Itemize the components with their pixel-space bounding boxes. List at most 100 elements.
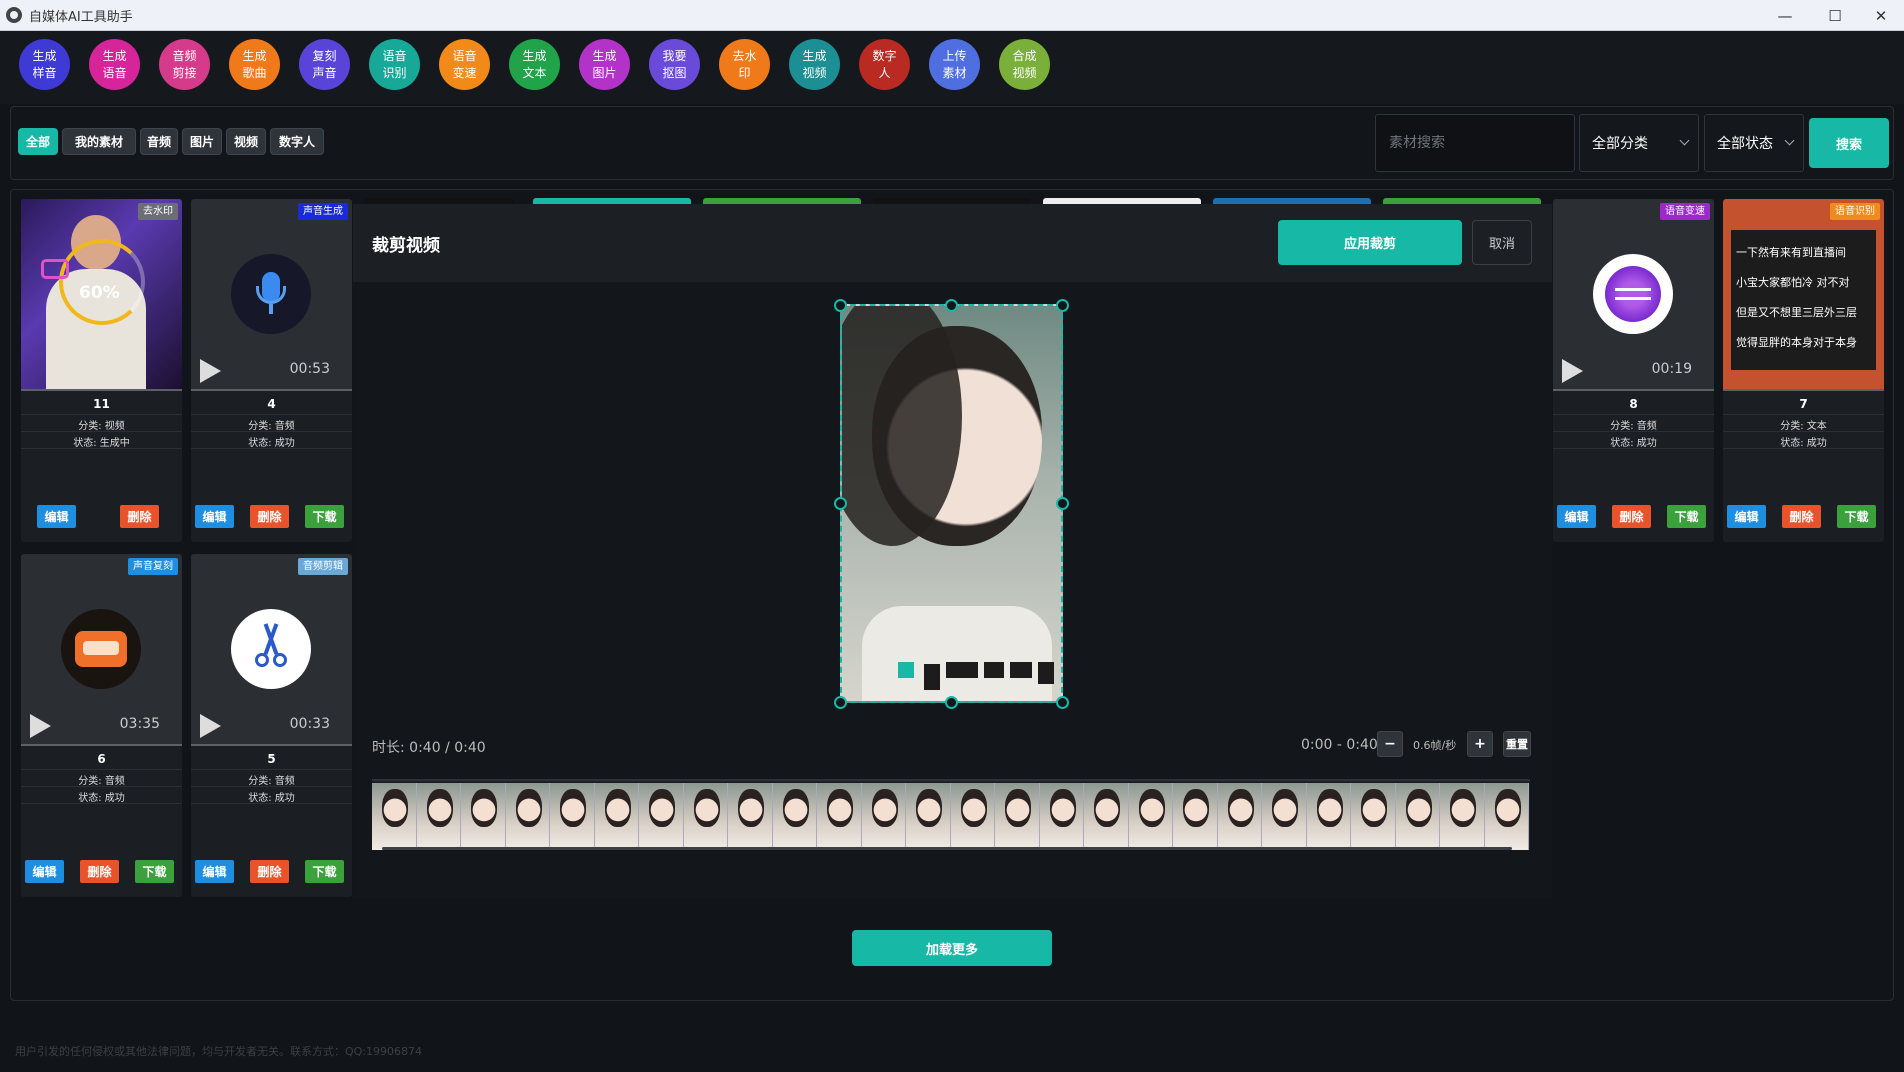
increase-fps-button[interactable]: + [1467,731,1493,757]
material-card[interactable]: 声音生成 00:53 4 分类: 音频 状态: 成功 编辑 删除 下载 [191,199,352,542]
timeline-frame[interactable] [1306,783,1351,850]
timeline-frame[interactable] [594,783,639,850]
reset-button[interactable]: 重置 [1503,731,1531,757]
material-card[interactable]: 语音变速 00:19 8 分类: 音频 状态: 成功 编辑 删除 下载 [1553,199,1714,542]
timeline-frame[interactable] [372,783,417,850]
timeline-frame[interactable] [861,783,906,850]
material-search-input[interactable] [1375,114,1575,172]
video-preview[interactable] [840,304,1063,703]
tool-generate-sample-voice-button[interactable]: 生成 样音 [19,39,70,90]
download-button[interactable]: 下载 [135,860,174,883]
category-select[interactable]: 全部分类 [1579,114,1699,172]
tab-my-materials[interactable]: 我的素材 [62,128,136,155]
timeline-scrollbar[interactable] [382,847,1512,850]
crop-handle-top-left[interactable] [834,299,847,312]
timeline-frame[interactable] [1351,783,1396,850]
timeline-frame[interactable] [1395,783,1440,850]
tool-speech-recognition-button[interactable]: 语音 识别 [369,39,420,90]
tool-clone-voice-button[interactable]: 复刻 声音 [299,39,350,90]
timeline-frame[interactable] [1128,783,1173,850]
timeline-frame[interactable] [1173,783,1218,850]
cancel-button[interactable]: 取消 [1472,220,1532,265]
crop-handle-top-right[interactable] [1056,299,1069,312]
edit-button[interactable]: 编辑 [25,860,64,883]
tool-generate-image-button[interactable]: 生成 图片 [579,39,630,90]
timeline-frame[interactable] [1217,783,1262,850]
timeline-frame[interactable] [817,783,862,850]
crop-handle-top[interactable] [945,299,958,312]
minimize-button[interactable]: — [1762,0,1808,31]
tool-compose-video-button[interactable]: 合成 视频 [999,39,1050,90]
crop-handle-bottom[interactable] [945,696,958,709]
material-card[interactable]: 声音复刻 03:35 6 分类: 音频 状态: 成功 编辑 删除 下载 [21,554,182,897]
timeline-frame[interactable] [505,783,550,850]
tool-speech-speed-button[interactable]: 语音 变速 [439,39,490,90]
timeline-frame[interactable] [995,783,1040,850]
edit-button[interactable]: 编辑 [1727,505,1766,528]
tool-upload-material-button[interactable]: 上传 素材 [929,39,980,90]
material-card[interactable]: 一下然有来有到直播间 小宝大家都怕冷 对不对 但是又不想里三层外三层 觉得显胖的… [1723,199,1884,542]
tab-audio[interactable]: 音频 [140,128,178,155]
status-select[interactable]: 全部状态 [1704,114,1804,172]
duration-label: 时长: 0:40 / 0:40 [372,740,486,756]
download-button[interactable]: 下载 [1667,505,1706,528]
tool-generate-song-button[interactable]: 生成 歌曲 [229,39,280,90]
tool-generate-speech-button[interactable]: 生成 语音 [89,39,140,90]
edit-button[interactable]: 编辑 [195,860,234,883]
timeline-frame[interactable] [639,783,684,850]
timeline-frame[interactable] [906,783,951,850]
crop-handle-left[interactable] [834,497,847,510]
tab-all[interactable]: 全部 [18,128,58,155]
timeline-frame[interactable] [1084,783,1129,850]
timeline-frame[interactable] [461,783,506,850]
tool-generate-text-button[interactable]: 生成 文本 [509,39,560,90]
delete-button[interactable]: 删除 [80,860,119,883]
material-card[interactable]: 60% 去水印 11 分类: 视频 状态: 生成中 编辑 删除 [21,199,182,542]
timeline-frame[interactable] [950,783,995,850]
decrease-fps-button[interactable]: − [1377,731,1403,757]
frame-timeline[interactable] [372,779,1530,850]
load-more-button[interactable]: 加载更多 [852,930,1052,966]
edit-button[interactable]: 编辑 [37,505,76,528]
download-button[interactable]: 下载 [305,505,344,528]
crop-handle-right[interactable] [1056,497,1069,510]
crop-handle-bottom-right[interactable] [1056,696,1069,709]
tool-audio-cut-button[interactable]: 音频 剪接 [159,39,210,90]
tab-digital-human[interactable]: 数字人 [270,128,324,155]
maximize-button[interactable]: ☐ [1812,0,1858,31]
material-card[interactable]: 音频剪辑 00:33 5 分类: 音频 状态: 成功 编辑 删除 下载 [191,554,352,897]
crop-handle-bottom-left[interactable] [834,696,847,709]
close-window-button[interactable]: ✕ [1858,0,1904,31]
timeline-frame[interactable] [416,783,461,850]
delete-button[interactable]: 删除 [250,860,289,883]
timeline-frame[interactable] [1484,783,1529,850]
play-icon[interactable] [200,714,221,738]
edit-button[interactable]: 编辑 [1557,505,1596,528]
delete-button[interactable]: 删除 [1782,505,1821,528]
apply-crop-button[interactable]: 应用裁剪 [1278,220,1462,265]
tool-matting-button[interactable]: 我要 抠图 [649,39,700,90]
delete-button[interactable]: 删除 [1612,505,1651,528]
tab-video[interactable]: 视频 [226,128,266,155]
timeline-frame[interactable] [772,783,817,850]
search-button[interactable]: 搜索 [1809,118,1889,168]
timeline-frame[interactable] [550,783,595,850]
timeline-frame[interactable] [1440,783,1485,850]
timeline-frame[interactable] [1039,783,1084,850]
delete-button[interactable]: 删除 [120,505,159,528]
play-icon[interactable] [30,714,51,738]
tool-generate-video-button[interactable]: 生成 视频 [789,39,840,90]
edit-button[interactable]: 编辑 [195,505,234,528]
play-icon[interactable] [200,359,221,383]
download-button[interactable]: 下载 [1837,505,1876,528]
card-category: 分类: 音频 [248,776,295,787]
download-button[interactable]: 下载 [305,860,344,883]
delete-button[interactable]: 删除 [250,505,289,528]
play-icon[interactable] [1562,359,1583,383]
tool-remove-watermark-button[interactable]: 去水 印 [719,39,770,90]
tool-digital-human-button[interactable]: 数字 人 [859,39,910,90]
tab-image[interactable]: 图片 [182,128,222,155]
timeline-frame[interactable] [683,783,728,850]
timeline-frame[interactable] [728,783,773,850]
timeline-frame[interactable] [1262,783,1307,850]
